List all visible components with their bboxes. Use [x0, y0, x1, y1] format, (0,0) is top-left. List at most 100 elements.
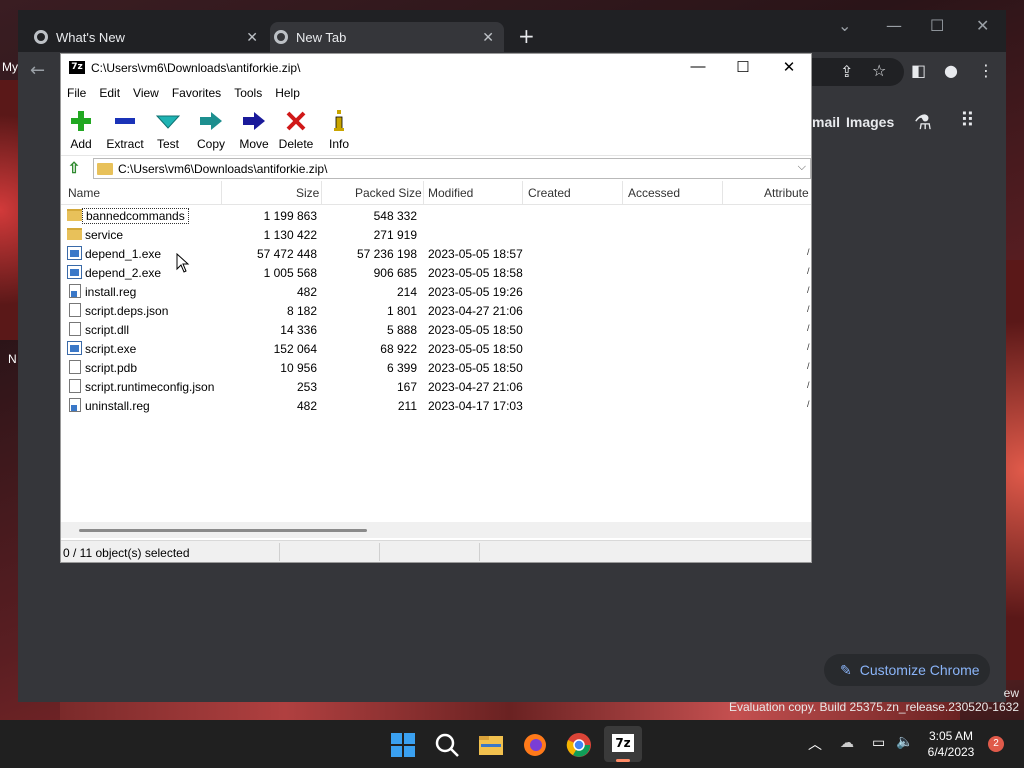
col-created[interactable]: Created	[528, 186, 571, 200]
table-row[interactable]: script.exe 152 064 68 922 2023-05-05 18:…	[61, 339, 811, 358]
horizontal-scrollbar[interactable]	[61, 522, 811, 538]
copy-button[interactable]: Copy	[191, 108, 231, 151]
windows-start-icon[interactable]	[390, 732, 416, 758]
file-icon	[69, 360, 81, 374]
menu-view[interactable]: View	[127, 82, 166, 104]
toolbar: Add Extract Test Copy Move Delete Info	[61, 104, 811, 156]
attribute-cut: /	[807, 323, 810, 333]
clock-time: 3:05 AM	[928, 729, 974, 743]
menu-icon[interactable]: ⋮	[978, 61, 994, 80]
col-attribute[interactable]: Attribute	[764, 186, 809, 200]
minimize-icon[interactable]: —	[683, 58, 713, 75]
maximize-icon[interactable]: ☐	[728, 58, 758, 76]
file-modified: 2023-04-17 17:03	[428, 399, 523, 413]
file-modified: 2023-05-05 18:50	[428, 361, 523, 375]
extract-icon	[115, 118, 135, 124]
delete-icon	[286, 111, 306, 131]
star-icon[interactable]: ☆	[872, 61, 886, 80]
test-button[interactable]: Test	[148, 108, 188, 151]
info-button[interactable]: Info	[319, 108, 359, 151]
title-bar[interactable]: 7z C:\Users\vm6\Downloads\antiforkie.zip…	[61, 54, 811, 82]
move-button[interactable]: Move	[234, 108, 274, 151]
back-icon[interactable]: ←	[30, 60, 45, 81]
table-row[interactable]: service 1 130 422 271 919	[61, 225, 811, 244]
col-modified[interactable]: Modified	[428, 186, 473, 200]
tab-new-tab[interactable]: New Tab ✕	[270, 22, 504, 52]
table-row[interactable]: bannedcommands 1 199 863 548 332	[61, 206, 811, 225]
file-modified: 2023-05-05 19:26	[428, 285, 523, 299]
volume-icon[interactable]: 🔈	[896, 733, 913, 750]
column-divider	[722, 181, 723, 205]
file-explorer-icon[interactable]	[478, 732, 504, 758]
images-link[interactable]: Images	[846, 114, 894, 130]
customize-chrome-button[interactable]: ✎ Customize Chrome	[824, 654, 990, 686]
table-row[interactable]: script.pdb 10 956 6 399 2023-05-05 18:50…	[61, 358, 811, 377]
chevron-down-icon[interactable]: ⌄	[838, 16, 851, 35]
sevenzip-taskbar-button[interactable]: 7z	[604, 726, 642, 762]
path-combobox[interactable]: C:\Users\vm6\Downloads\antiforkie.zip\ ⌵	[93, 158, 811, 179]
menu-favorites[interactable]: Favorites	[166, 82, 228, 104]
table-row[interactable]: uninstall.reg 482 211 2023-04-17 17:03 /	[61, 396, 811, 415]
profile-icon[interactable]: ●	[944, 61, 958, 80]
close-icon[interactable]: ✕	[482, 29, 494, 46]
column-header: Name Size Packed Size Modified Created A…	[61, 181, 811, 205]
close-icon[interactable]: ✕	[246, 29, 258, 46]
file-packed-size: 1 801	[386, 304, 417, 318]
attribute-cut: /	[807, 304, 810, 314]
file-packed-size: 211	[397, 399, 417, 413]
col-accessed[interactable]: Accessed	[628, 186, 680, 200]
close-icon[interactable]: ✕	[976, 16, 989, 35]
chevron-up-icon[interactable]: ︿	[808, 734, 822, 754]
network-icon[interactable]: ▭	[872, 734, 885, 751]
col-name[interactable]: Name	[68, 186, 100, 200]
labs-icon[interactable]: ⚗	[914, 110, 932, 134]
table-row[interactable]: script.deps.json 8 182 1 801 2023-04-27 …	[61, 301, 811, 320]
menu-file[interactable]: File	[61, 82, 93, 104]
evaluation-watermark: Evaluation copy. Build 25375.zn_release.…	[729, 700, 1019, 714]
file-packed-size: 6 399	[386, 361, 417, 375]
omnibox[interactable]	[808, 58, 904, 86]
gmail-link[interactable]: mail	[812, 114, 840, 130]
pencil-icon: ✎	[840, 661, 852, 678]
desktop-icon-label[interactable]: My	[2, 60, 18, 74]
menu-help[interactable]: Help	[269, 82, 307, 104]
table-row[interactable]: depend_2.exe 1 005 568 906 685 2023-05-0…	[61, 263, 811, 282]
scrollbar-thumb[interactable]	[79, 529, 367, 532]
add-button[interactable]: Add	[61, 108, 101, 151]
search-icon[interactable]	[434, 732, 460, 758]
extract-button[interactable]: Extract	[105, 108, 145, 151]
apps-grid-icon[interactable]: ⠿	[960, 108, 975, 132]
firefox-icon[interactable]	[522, 732, 548, 758]
minimize-icon[interactable]: —	[886, 16, 902, 35]
maximize-icon[interactable]: ☐	[930, 16, 944, 35]
column-divider	[321, 181, 322, 205]
notification-badge[interactable]: 2	[988, 736, 1004, 752]
table-row[interactable]: script.runtimeconfig.json 253 167 2023-0…	[61, 377, 811, 396]
up-folder-icon[interactable]: ⇧	[65, 159, 83, 177]
table-row[interactable]: depend_1.exe 57 472 448 57 236 198 2023-…	[61, 244, 811, 263]
file-list[interactable]: Name Size Packed Size Modified Created A…	[61, 181, 811, 538]
delete-button[interactable]: Delete	[276, 108, 316, 151]
tab-whats-new[interactable]: What's New ✕	[30, 22, 268, 52]
col-size[interactable]: Size	[296, 186, 319, 200]
table-row[interactable]: install.reg 482 214 2023-05-05 19:26 /	[61, 282, 811, 301]
menu-edit[interactable]: Edit	[93, 82, 127, 104]
col-packed-size[interactable]: Packed Size	[355, 186, 422, 200]
attribute-cut: /	[807, 285, 810, 295]
side-panel-icon[interactable]: ◧	[911, 61, 926, 80]
menu-bar: File Edit View Favorites Tools Help	[61, 82, 811, 104]
table-row[interactable]: script.dll 14 336 5 888 2023-05-05 18:50…	[61, 320, 811, 339]
system-clock[interactable]: 3:05 AM 6/4/2023	[920, 728, 982, 760]
file-size: 1 130 422	[263, 228, 317, 242]
menu-tools[interactable]: Tools	[228, 82, 269, 104]
chevron-down-icon[interactable]: ⌵	[798, 161, 806, 174]
chrome-taskbar-icon[interactable]	[566, 732, 592, 758]
copy-icon	[200, 112, 222, 130]
cloud-off-icon[interactable]: ☁	[840, 734, 854, 751]
file-icon	[69, 303, 81, 317]
desktop-icon-label[interactable]: N	[8, 352, 17, 366]
attribute-cut: /	[807, 266, 810, 276]
close-icon[interactable]: ✕	[774, 58, 804, 76]
share-icon[interactable]: ⇪	[840, 62, 853, 81]
new-tab-button[interactable]: +	[518, 24, 535, 48]
